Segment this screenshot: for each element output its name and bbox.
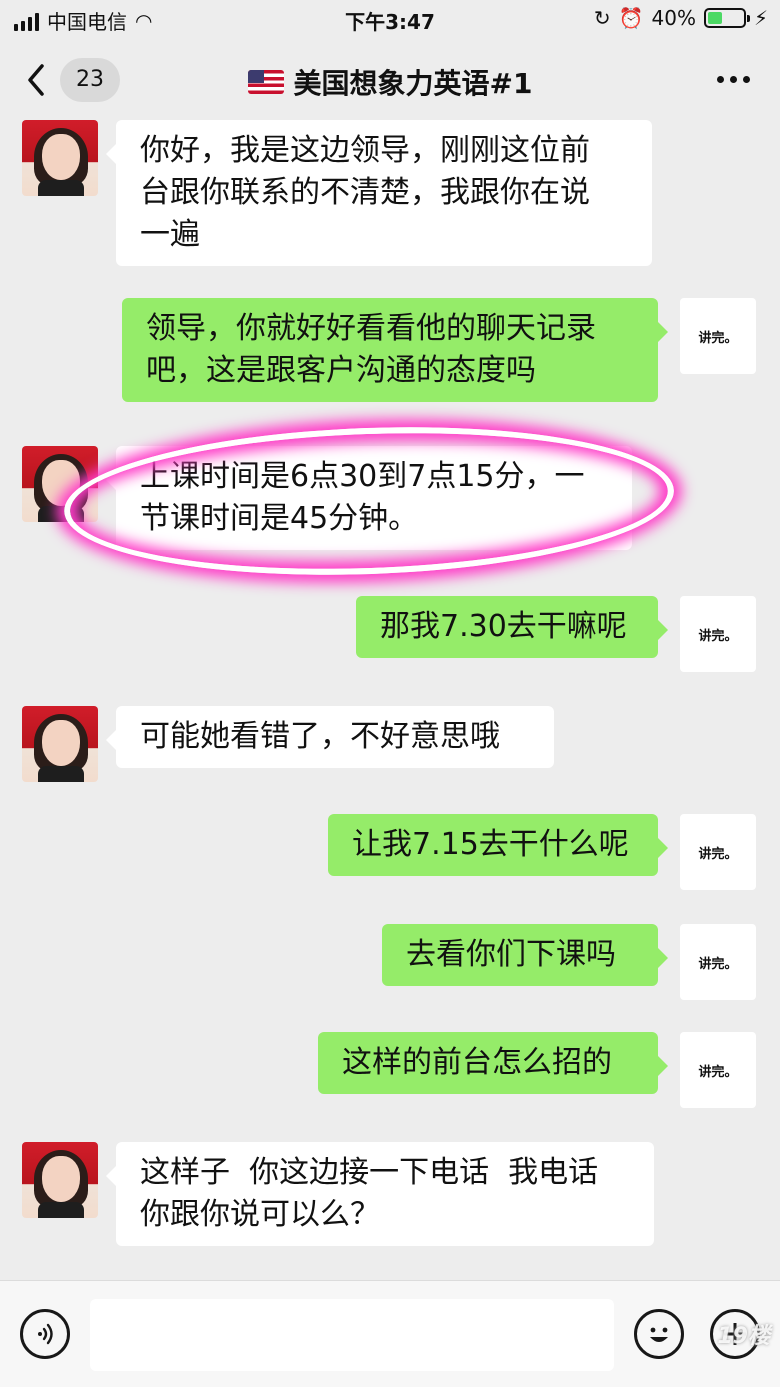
- alarm-icon: ⏰: [618, 6, 644, 30]
- status-bar: 中国电信 ◠ 下午3:47 ↻ ⏰ 40% ⚡: [0, 0, 780, 40]
- battery-icon: [703, 8, 750, 28]
- message-bubble[interactable]: 那我7.30去干嘛呢: [356, 596, 668, 658]
- emoji-icon[interactable]: [634, 1309, 684, 1359]
- input-bar: [0, 1280, 780, 1387]
- message-bubble[interactable]: 可能她看错了，不好意思哦: [106, 706, 554, 768]
- my-avatar[interactable]: 讲完。: [680, 924, 756, 1000]
- charging-icon: ⚡: [753, 6, 768, 30]
- battery-percent: 40%: [651, 6, 696, 30]
- us-flag-icon: [247, 70, 284, 94]
- message-bubble[interactable]: 你好，我是这边领导，刚刚这位前 台跟你联系的不清楚，我跟你在说 一遍: [106, 120, 652, 266]
- message-bubble[interactable]: 这样的前台怎么招的: [318, 1032, 668, 1094]
- message-bubble[interactable]: 去看你们下课吗: [382, 924, 668, 986]
- my-avatar[interactable]: 讲完。: [680, 596, 756, 672]
- nav-bar: 23 美国想象力英语#1: [0, 40, 780, 120]
- chat-title: 美国想象力英语#1: [0, 62, 780, 102]
- rotation-lock-icon: ↻: [593, 6, 611, 30]
- chat-title-text: 美国想象力英语#1: [293, 67, 533, 100]
- message-bubble[interactable]: 上课时间是6点30到7点15分，一 节课时间是45分钟。: [106, 446, 632, 550]
- message-bubble[interactable]: 让我7.15去干什么呢: [328, 814, 668, 876]
- my-avatar[interactable]: 讲完。: [680, 814, 756, 890]
- contact-avatar[interactable]: [22, 446, 98, 522]
- message-bubble[interactable]: 领导，你就好好看看他的聊天记录 吧，这是跟客户沟通的态度吗: [122, 298, 668, 402]
- contact-avatar[interactable]: [22, 120, 98, 196]
- my-avatar[interactable]: 讲完。: [680, 298, 756, 374]
- message-list[interactable]: 你好，我是这边领导，刚刚这位前 台跟你联系的不清楚，我跟你在说 一遍 领导，你就…: [0, 120, 780, 1280]
- voice-input-icon[interactable]: [20, 1309, 70, 1359]
- message-input[interactable]: [90, 1299, 614, 1371]
- message-bubble[interactable]: 这样子 你这边接一下电话 我电话 你跟你说可以么？: [106, 1142, 654, 1246]
- contact-avatar[interactable]: [22, 1142, 98, 1218]
- more-options-icon[interactable]: [717, 76, 750, 83]
- contact-avatar[interactable]: [22, 706, 98, 782]
- my-avatar[interactable]: 讲完。: [680, 1032, 756, 1108]
- site-watermark: 19楼: [717, 1324, 770, 1349]
